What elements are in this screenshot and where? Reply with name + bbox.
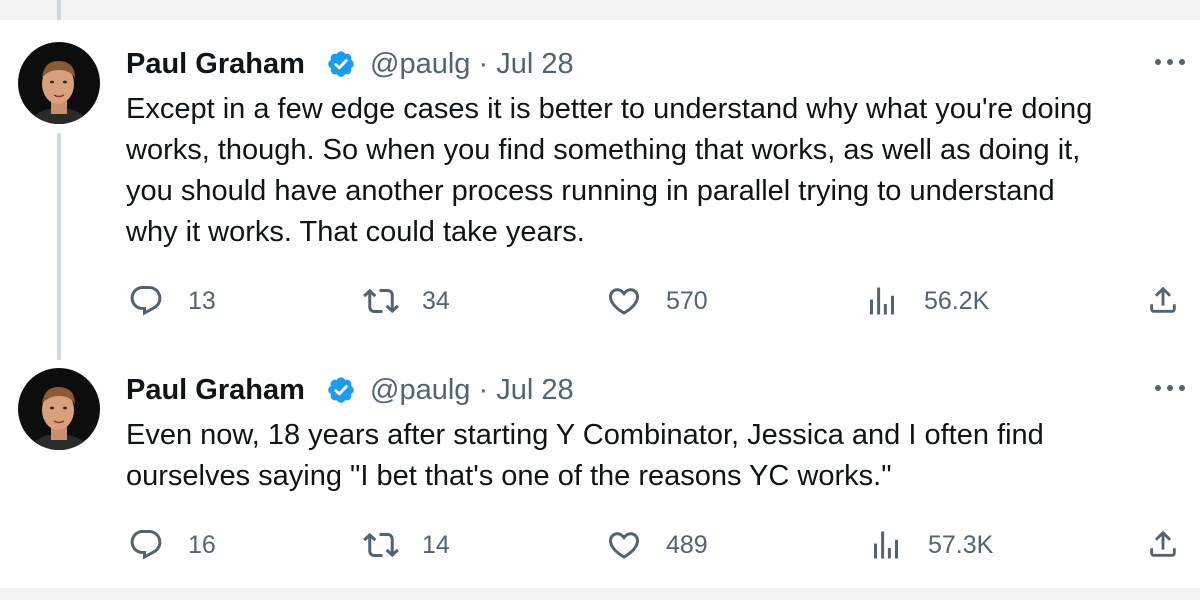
retweet-count: 14 [422,530,450,559]
tweet-text: Except in a few edge cases it is better … [126,89,1196,253]
retweet-button[interactable]: 14 [360,527,450,563]
handle-date-line: @paulg · Jul 28 [370,376,574,405]
next-tweet-edge [0,588,1200,600]
tweet-date[interactable]: Jul 28 [496,374,573,406]
tweet-text-line: Even now, 18 years after starting Y Comb… [126,419,1044,451]
more-icon[interactable] [1152,378,1188,398]
author-name[interactable]: Paul Graham [126,50,305,79]
reply-button[interactable]: 13 [128,283,216,319]
like-button[interactable]: 489 [606,527,708,563]
separator-dot: · [478,48,489,80]
handle-date-line: @paulg · Jul 28 [370,50,574,79]
tweet-date[interactable]: Jul 28 [496,48,573,80]
views-count: 56.2K [924,286,990,315]
like-count: 570 [666,286,708,315]
tweet-text-line: you should have another process running … [126,175,1055,207]
more-icon[interactable] [1152,52,1188,72]
author-handle[interactable]: @paulg [370,374,470,406]
reply-icon [130,530,162,560]
avatar[interactable] [18,368,100,450]
tweet-text-line: Except in a few edge cases it is better … [126,93,1093,125]
verified-badge-icon [326,49,356,79]
heart-icon [608,288,640,315]
like-count: 489 [666,530,708,559]
share-icon [1150,286,1176,313]
share-button[interactable] [1146,283,1180,317]
avatar[interactable] [18,42,100,124]
separator-dot: · [478,374,489,406]
retweet-button[interactable]: 34 [360,283,450,319]
retweet-icon [363,532,399,558]
reply-count: 13 [188,286,216,315]
views-button[interactable]: 56.2K [864,283,989,319]
verified-badge-icon [326,375,356,405]
reply-icon [130,286,162,316]
tweet-text-line: ourselves saying "I bet that's one of th… [126,460,892,492]
reply-button[interactable]: 16 [128,527,216,563]
retweet-icon [363,288,399,314]
views-count: 57.3K [928,530,994,559]
previous-tweet-edge [0,0,1200,20]
tweet-text: Even now, 18 years after starting Y Comb… [126,415,1196,497]
views-icon [870,287,894,315]
heart-icon [608,532,640,559]
tweet-text-line: works, though. So when you find somethin… [126,134,1081,166]
retweet-count: 34 [422,286,450,315]
views-icon [874,531,898,559]
thread-line-top [57,0,61,20]
like-button[interactable]: 570 [606,283,708,319]
tweet-text-line: why it works. That could take years. [126,216,585,248]
views-button[interactable]: 57.3K [868,527,993,563]
share-button[interactable] [1146,527,1180,561]
share-icon [1150,530,1176,557]
author-handle[interactable]: @paulg [370,48,470,80]
reply-count: 16 [188,530,216,559]
author-name[interactable]: Paul Graham [126,376,305,405]
thread-connector-line [57,133,61,360]
